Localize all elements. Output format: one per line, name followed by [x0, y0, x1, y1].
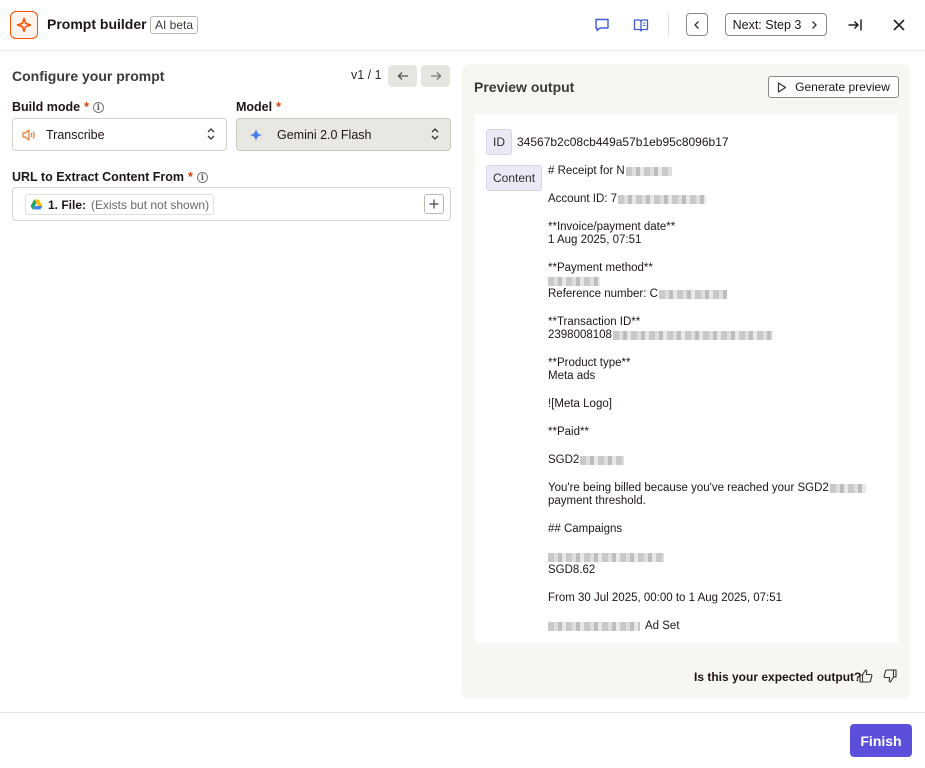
preview-panel: Preview output Generate preview ID 34567… [462, 64, 910, 699]
required-marker: * [188, 170, 193, 184]
content-line: **Product type** [548, 357, 631, 369]
arrow-right-icon [430, 72, 441, 80]
finish-button[interactable]: Finish [850, 724, 912, 757]
feedback-question: Is this your expected output? [694, 670, 862, 684]
collapse-panel-icon[interactable] [844, 14, 866, 36]
sparkle-logo-icon [10, 11, 38, 39]
thumbs-down-icon[interactable] [882, 668, 898, 684]
content-line: Reference number: C [548, 288, 893, 301]
configure-title: Configure your prompt [12, 68, 165, 84]
build-mode-value: Transcribe [46, 127, 105, 142]
content-line: SGD8.62 [548, 564, 596, 576]
content-line: From 30 Jul 2025, 00:00 to 1 Aug 2025, 0… [548, 592, 783, 604]
google-drive-icon [30, 199, 43, 210]
id-value: 34567b2c08cb449a57b1eb95c8096b17 [517, 135, 729, 149]
content-line: # Receipt for N [548, 165, 893, 178]
content-line: Account ID: 7 [548, 193, 893, 206]
chevron-updown-icon [431, 128, 439, 140]
content-line [548, 551, 893, 564]
info-icon[interactable]: i [92, 101, 104, 113]
version-next-button[interactable] [421, 65, 450, 87]
content-line: **Payment method** [548, 262, 653, 274]
chevron-right-icon [812, 20, 818, 29]
add-field-button[interactable] [424, 194, 444, 214]
close-icon[interactable] [888, 14, 910, 36]
content-line: ## Campaigns [548, 523, 623, 535]
speaker-icon [22, 128, 35, 141]
model-label-text: Model [236, 100, 273, 114]
content-line: **Transaction ID** [548, 316, 641, 328]
chevron-updown-icon [207, 128, 215, 140]
thumbs-up-icon[interactable] [858, 668, 874, 684]
url-input[interactable]: 1. File: (Exists but not shown) [12, 187, 451, 221]
gemini-star-icon [249, 128, 263, 141]
ai-beta-badge: AI beta [150, 16, 199, 34]
generate-preview-label: Generate preview [795, 80, 890, 94]
build-mode-label-text: Build mode [12, 100, 81, 114]
build-mode-select[interactable]: Transcribe [12, 118, 227, 151]
file-chip-note: (Exists but not shown) [91, 197, 210, 212]
model-label: Model * [236, 100, 281, 114]
content-line: payment threshold. [548, 495, 646, 507]
header-divider [668, 13, 669, 37]
plus-icon [429, 199, 439, 209]
configure-panel: Configure your prompt v1 / 1 Build mode … [0, 52, 462, 712]
content-line: Ad Set [548, 620, 893, 633]
version-prev-button[interactable] [388, 65, 417, 87]
previous-step-button[interactable] [686, 13, 708, 36]
content-line: ![Meta Logo] [548, 398, 612, 410]
chat-icon[interactable] [591, 14, 613, 36]
generate-preview-button[interactable]: Generate preview [768, 76, 899, 98]
file-chip-name: 1. File: [48, 197, 87, 212]
url-label-text: URL to Extract Content From [12, 170, 184, 184]
next-step-button[interactable]: Next: Step 3 [725, 13, 827, 36]
content-line: **Paid** [548, 426, 589, 438]
footer-bar: Finish [0, 712, 925, 768]
page-title: Prompt builder [47, 16, 147, 32]
preview-output: ID 34567b2c08cb449a57b1eb95c8096b17 Cont… [475, 114, 898, 643]
model-select[interactable]: Gemini 2.0 Flash [236, 118, 451, 151]
header-bar: Prompt builder AI beta Next: Step 3 [0, 0, 925, 51]
build-mode-label: Build mode * i [12, 100, 104, 114]
content-line: Meta ads [548, 370, 596, 382]
content-line: 1 Aug 2025, 07:51 [548, 234, 642, 246]
url-field-label: URL to Extract Content From * i [12, 170, 208, 184]
content-line: SGD2 [548, 454, 893, 467]
next-step-label: Next: Step 3 [732, 17, 802, 32]
preview-title: Preview output [474, 79, 575, 95]
required-marker: * [84, 100, 89, 114]
info-icon[interactable]: i [196, 171, 208, 183]
required-marker: * [276, 100, 281, 114]
version-indicator: v1 / 1 [351, 68, 382, 82]
arrow-left-icon [397, 72, 408, 80]
id-tag: ID [486, 129, 512, 155]
content-text: # Receipt for N Account ID: 7 **Invoice/… [548, 165, 893, 633]
play-icon [778, 81, 787, 93]
content-line: 2398008108 [548, 329, 893, 342]
content-line: You're being billed because you've reach… [548, 482, 893, 495]
book-icon[interactable] [630, 14, 652, 36]
content-tag: Content [486, 165, 543, 191]
content-line [548, 275, 893, 288]
file-chip[interactable]: 1. File: (Exists but not shown) [25, 194, 215, 215]
content-line: **Invoice/payment date** [548, 221, 676, 233]
chevron-left-icon [694, 20, 699, 29]
model-value: Gemini 2.0 Flash [277, 127, 372, 142]
